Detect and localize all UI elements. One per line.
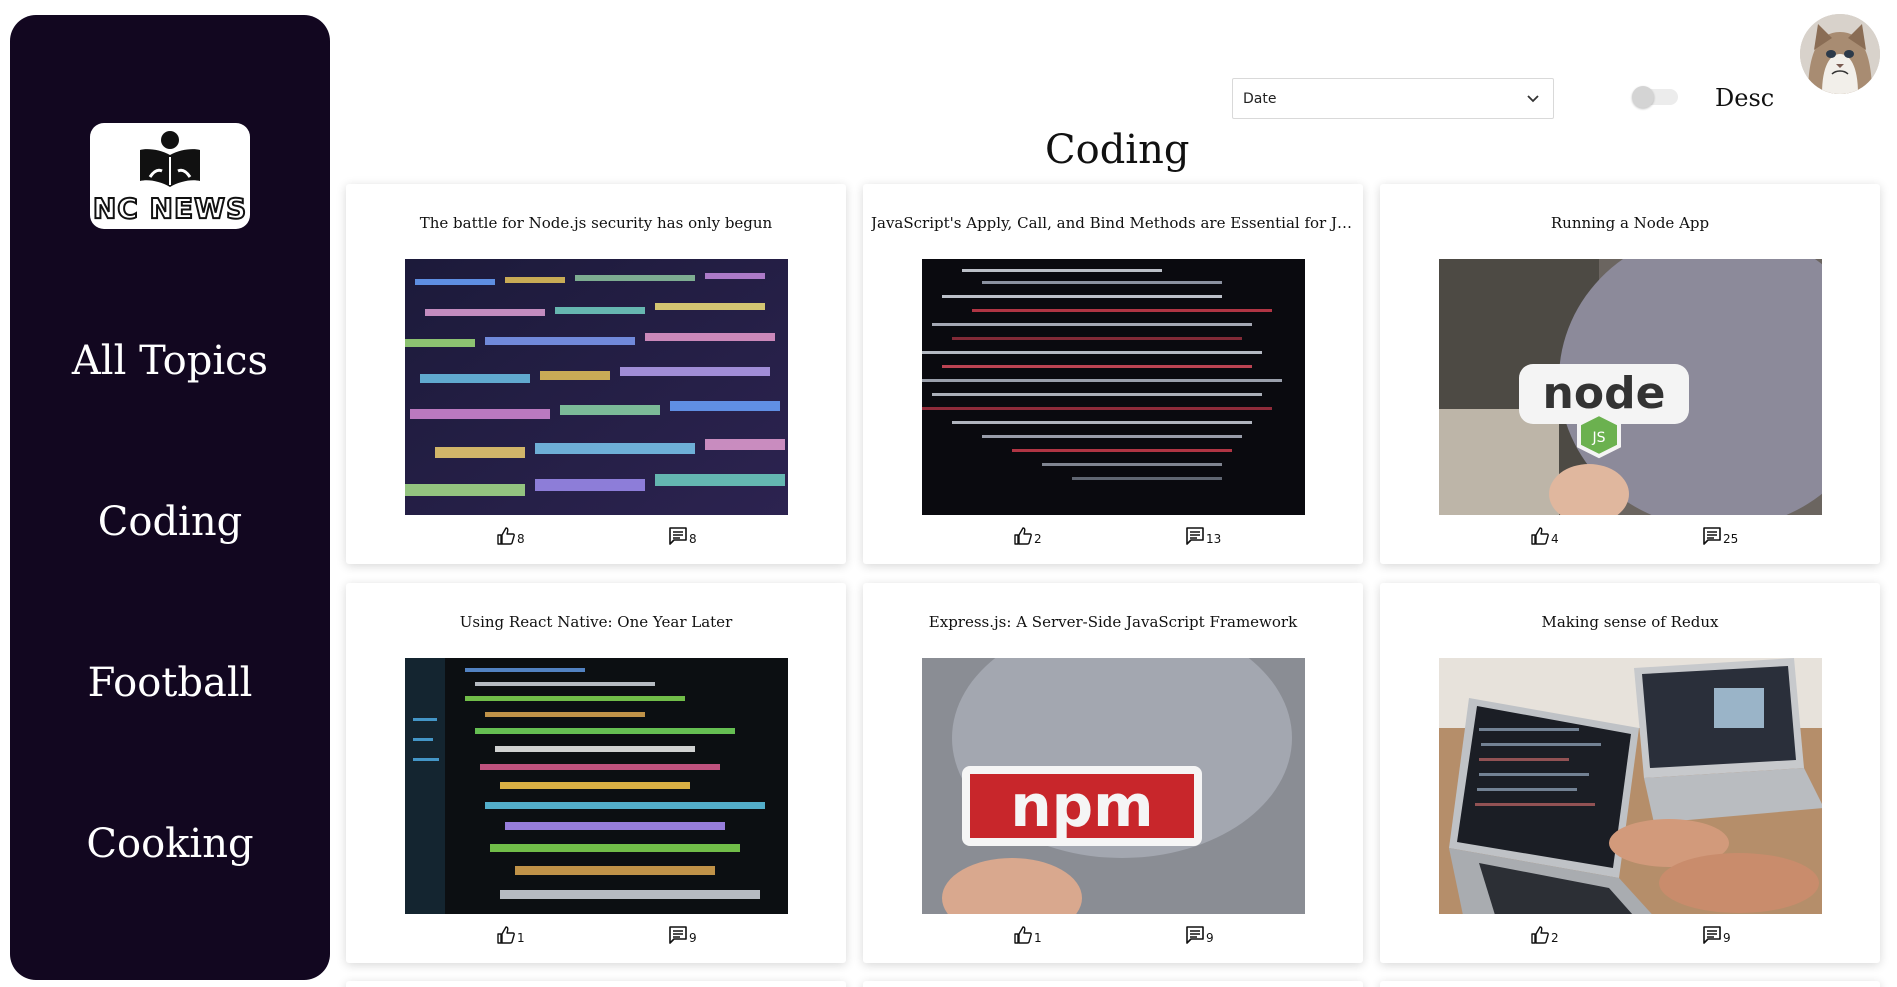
- svg-text:node: node: [1543, 368, 1666, 419]
- comment-icon: [669, 926, 687, 944]
- comments-stat[interactable]: 13: [1185, 526, 1221, 546]
- article-image: npm: [922, 658, 1305, 914]
- article-card[interactable]: Using React Native: One Year Later 1 9: [346, 583, 846, 963]
- sidebar-item-all-topics[interactable]: All Topics: [10, 338, 330, 384]
- comments-stat[interactable]: 9: [1185, 925, 1214, 945]
- votes-count: 1: [517, 931, 525, 945]
- votes-count: 8: [517, 532, 525, 546]
- comments-stat[interactable]: 25: [1702, 526, 1738, 546]
- article-image: [405, 259, 788, 515]
- article-title[interactable]: Making sense of Redux: [1388, 613, 1872, 631]
- comment-icon: [1703, 926, 1721, 944]
- article-title[interactable]: Using React Native: One Year Later: [354, 613, 838, 631]
- votes-stat[interactable]: 2: [1530, 925, 1559, 945]
- thumbs-up-icon: [1531, 527, 1549, 545]
- comment-icon: [1703, 527, 1721, 545]
- comments-count: 9: [1206, 931, 1214, 945]
- votes-count: 2: [1551, 931, 1559, 945]
- votes-stat[interactable]: 2: [1013, 526, 1042, 546]
- article-card[interactable]: The battle for Node.js security has only…: [346, 184, 846, 564]
- votes-stat[interactable]: 8: [496, 526, 525, 546]
- sidebar-item-football[interactable]: Football: [10, 660, 330, 706]
- sort-by-select[interactable]: Date: [1232, 78, 1554, 119]
- logo-text: NC NEWS: [92, 191, 248, 226]
- article-title[interactable]: The battle for Node.js security has only…: [354, 214, 838, 232]
- comment-icon: [1186, 527, 1204, 545]
- comment-icon: [669, 527, 687, 545]
- article-card[interactable]: [1380, 981, 1880, 987]
- votes-stat[interactable]: 1: [1013, 925, 1042, 945]
- nc-news-logo[interactable]: NC NEWS: [90, 123, 250, 229]
- sidebar-item-coding[interactable]: Coding: [10, 499, 330, 545]
- thumbs-up-icon: [497, 926, 515, 944]
- thumbs-up-icon: [1014, 926, 1032, 944]
- comments-count: 25: [1723, 532, 1739, 546]
- thumbs-up-icon: [1531, 926, 1549, 944]
- article-card[interactable]: [346, 981, 846, 987]
- grumpy-cat-avatar-image: [1800, 14, 1880, 94]
- page-title: Coding: [1045, 127, 1190, 173]
- comments-count: 8: [689, 532, 697, 546]
- votes-count: 1: [1034, 931, 1042, 945]
- user-avatar[interactable]: [1800, 14, 1880, 94]
- article-image: [1439, 658, 1822, 914]
- article-card[interactable]: Making sense of Redux 2 9: [1380, 583, 1880, 963]
- article-card[interactable]: [863, 981, 1363, 987]
- votes-count: 2: [1034, 532, 1042, 546]
- article-card[interactable]: JavaScript's Apply, Call, and Bind Metho…: [863, 184, 1363, 564]
- thumbs-up-icon: [1014, 527, 1032, 545]
- sort-by-value: Date: [1243, 91, 1277, 107]
- comment-icon: [1186, 926, 1204, 944]
- sidebar: NC NEWS All Topics Coding Football Cooki…: [10, 15, 330, 980]
- comments-stat[interactable]: 9: [1702, 925, 1731, 945]
- votes-stat[interactable]: 1: [496, 925, 525, 945]
- comments-count: 9: [689, 931, 697, 945]
- reader-icon: [140, 131, 200, 187]
- sidebar-item-cooking[interactable]: Cooking: [10, 821, 330, 867]
- comments-stat[interactable]: 8: [668, 526, 697, 546]
- article-image: [922, 259, 1305, 515]
- comments-count: 9: [1723, 931, 1731, 945]
- article-title[interactable]: JavaScript's Apply, Call, and Bind Metho…: [871, 214, 1355, 232]
- chevron-down-icon: [1527, 95, 1539, 103]
- article-card[interactable]: Express.js: A Server-Side JavaScript Fra…: [863, 583, 1363, 963]
- toggle-knob: [1632, 86, 1654, 108]
- votes-stat[interactable]: 4: [1530, 526, 1559, 546]
- thumbs-up-icon: [497, 527, 515, 545]
- svg-text:JS: JS: [1591, 430, 1605, 446]
- comments-stat[interactable]: 9: [668, 925, 697, 945]
- svg-text:npm: npm: [1010, 772, 1153, 840]
- article-image: [405, 658, 788, 914]
- article-image: node JS: [1439, 259, 1822, 515]
- article-card[interactable]: Running a Node App node JS 4 25: [1380, 184, 1880, 564]
- article-title[interactable]: Running a Node App: [1388, 214, 1872, 232]
- order-label: Desc: [1715, 84, 1775, 112]
- comments-count: 13: [1206, 532, 1222, 546]
- article-title[interactable]: Express.js: A Server-Side JavaScript Fra…: [871, 613, 1355, 631]
- votes-count: 4: [1551, 532, 1559, 546]
- order-toggle[interactable]: [1632, 86, 1680, 108]
